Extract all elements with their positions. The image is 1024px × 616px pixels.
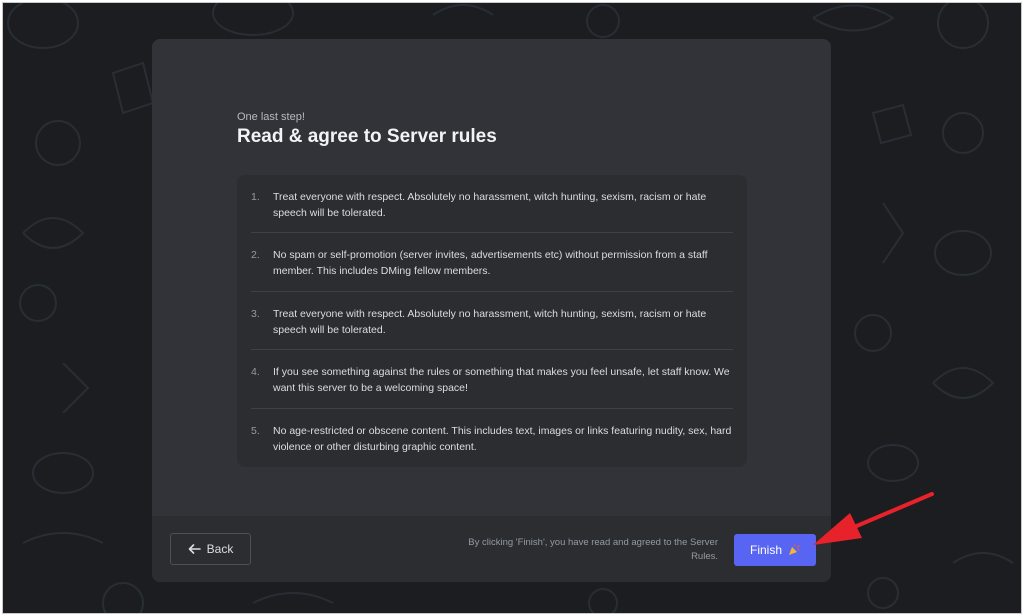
agreement-notice: By clicking 'Finish', you have read and … bbox=[468, 537, 718, 562]
rule-number: 3. bbox=[251, 307, 260, 320]
rule-text: If you see something against the rules o… bbox=[273, 366, 730, 395]
rules-list: 1. Treat everyone with respect. Absolute… bbox=[237, 175, 747, 467]
rule-number: 2. bbox=[251, 249, 260, 262]
arrow-left-icon bbox=[188, 544, 201, 554]
onboarding-modal: One last step! Read & agree to Server ru… bbox=[152, 39, 831, 582]
back-button[interactable]: Back bbox=[170, 533, 251, 565]
finish-button-label: Finish bbox=[749, 543, 782, 557]
step-eyebrow: One last step! bbox=[237, 111, 305, 123]
rule-item: 2. No spam or self-promotion (server inv… bbox=[251, 233, 733, 292]
rule-text: No age-restricted or obscene content. Th… bbox=[273, 424, 732, 453]
rule-text: Treat everyone with respect. Absolutely … bbox=[273, 191, 707, 219]
rule-number: 1. bbox=[251, 191, 260, 203]
back-button-label: Back bbox=[206, 542, 234, 556]
modal-title: Read & agree to Server rules bbox=[237, 126, 497, 147]
app-background: One last step! Read & agree to Server ru… bbox=[2, 2, 1022, 614]
rule-text: No spam or self-promotion (server invite… bbox=[273, 249, 708, 278]
rule-item: 4. If you see something against the rule… bbox=[251, 350, 733, 409]
rule-item: 5. No age-restricted or obscene content.… bbox=[251, 409, 733, 467]
finish-button[interactable]: Finish bbox=[734, 534, 816, 566]
rule-item: 3. Treat everyone with respect. Absolute… bbox=[251, 292, 733, 351]
rule-number: 4. bbox=[251, 366, 260, 379]
modal-footer: Back By clicking 'Finish', you have read… bbox=[152, 516, 831, 582]
rule-item: 1. Treat everyone with respect. Absolute… bbox=[251, 175, 733, 234]
party-popper-icon bbox=[789, 544, 800, 555]
rule-number: 5. bbox=[251, 424, 260, 437]
rule-text: Treat everyone with respect. Absolutely … bbox=[273, 307, 707, 336]
